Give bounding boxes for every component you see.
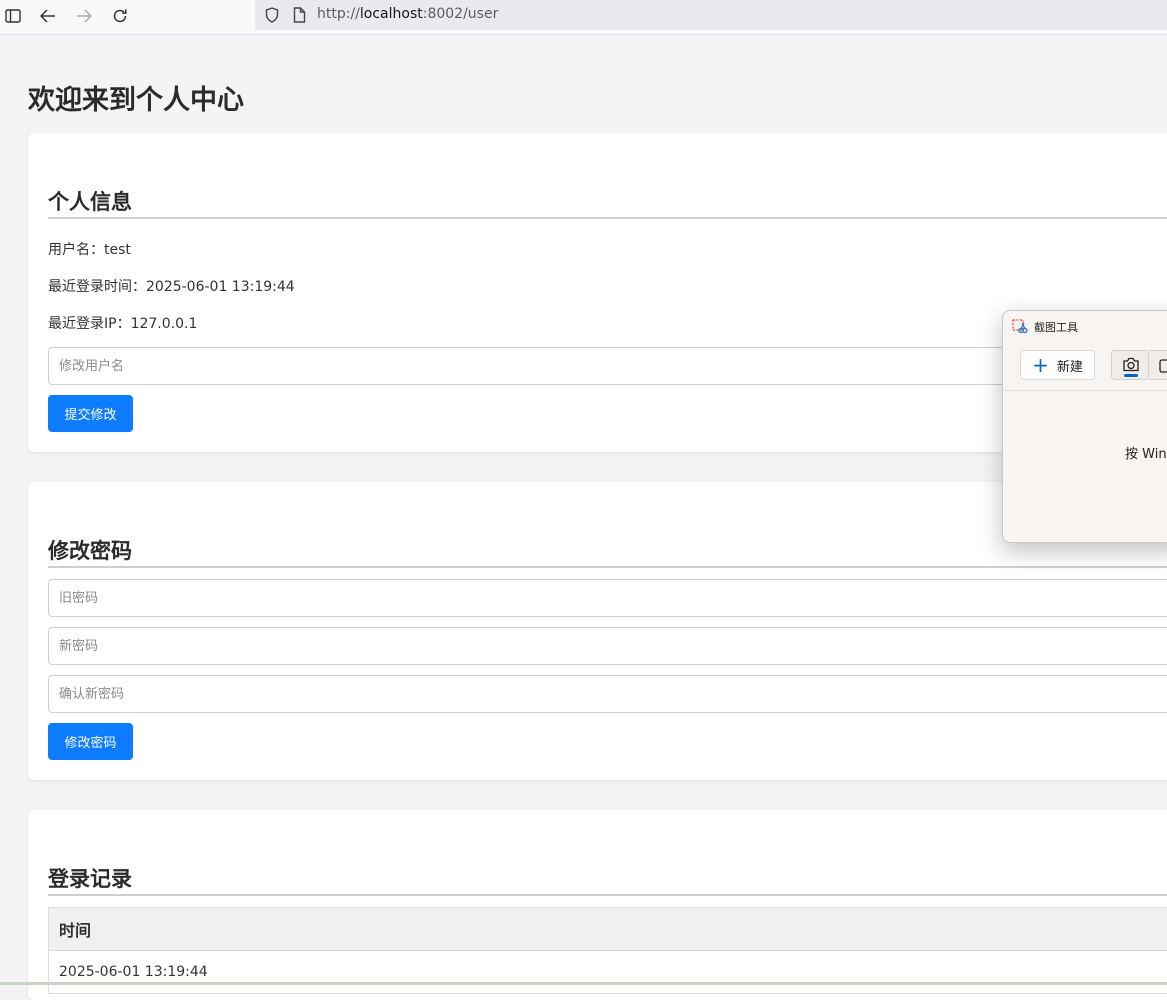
last-login-time-value: 2025-06-01 13:19:44 [146, 279, 295, 295]
back-arrow-icon[interactable] [37, 5, 59, 27]
profile-heading: 个人信息 [48, 186, 132, 216]
profile-card: 个人信息 用户名：test 最近登录时间：2025-06-01 13:19:44… [28, 133, 1167, 452]
forward-arrow-icon[interactable] [73, 5, 95, 27]
url-prefix: http:// [317, 6, 360, 22]
last-login-ip-value: 127.0.0.1 [131, 316, 198, 332]
password-heading-rule [48, 566, 1167, 568]
change-password-button[interactable]: 修改密码 [48, 723, 133, 760]
active-mode-indicator [1124, 374, 1138, 377]
last-login-time-line: 最近登录时间：2025-06-01 13:19:44 [48, 276, 295, 296]
profile-heading-rule [48, 217, 1167, 219]
username-line: 用户名：test [48, 239, 131, 259]
login-records-heading-rule [48, 894, 1167, 896]
last-login-ip-label: 最近登录IP： [48, 316, 131, 332]
new-password-input[interactable] [48, 627, 1167, 665]
snipping-tool-window[interactable]: 截图工具 + 新建 按 Win [1002, 310, 1167, 543]
table-row: 2025-06-01 13:19:44 [49, 951, 1167, 994]
column-header-time: 时间 [49, 908, 1167, 951]
old-password-input[interactable] [48, 579, 1167, 617]
address-bar[interactable]: http://localhost:8002/user [255, 0, 1167, 30]
password-card: 修改密码 修改密码 [28, 482, 1167, 780]
screenshot-mode-button[interactable] [1111, 350, 1149, 380]
shield-icon[interactable] [261, 4, 283, 26]
browser-toolbar: http://localhost:8002/user [0, 0, 1167, 35]
confirm-password-input[interactable] [48, 675, 1167, 713]
last-login-time-label: 最近登录时间： [48, 279, 146, 295]
reload-icon[interactable] [109, 5, 131, 27]
camera-icon [1122, 357, 1140, 372]
snipping-new-label: 新建 [1057, 356, 1083, 375]
url-text[interactable]: http://localhost:8002/user [317, 6, 498, 22]
table-header-row: 时间 [49, 908, 1167, 951]
plus-icon: + [1032, 355, 1049, 375]
username-label: 用户名： [48, 242, 104, 258]
snipping-divider [1003, 390, 1167, 391]
snipping-tool-title: 截图工具 [1034, 319, 1078, 335]
username-value: test [104, 242, 131, 258]
snipping-tool-logo-icon [1012, 319, 1028, 335]
sidebar-toggle-icon[interactable] [2, 5, 24, 27]
table-cell-time: 2025-06-01 13:19:44 [49, 951, 1167, 994]
last-login-ip-line: 最近登录IP：127.0.0.1 [48, 313, 197, 333]
login-records-heading: 登录记录 [48, 863, 132, 893]
new-username-input[interactable] [48, 347, 1167, 385]
login-records-table: 时间 2025-06-01 13:19:44 [48, 907, 1167, 994]
submit-profile-button[interactable]: 提交修改 [48, 395, 133, 432]
url-host: localhost [360, 6, 423, 22]
page-title: 欢迎来到个人中心 [28, 78, 244, 117]
url-path: :8002/user [423, 6, 499, 22]
login-records-card: 登录记录 时间 2025-06-01 13:19:44 [28, 810, 1167, 1000]
password-heading: 修改密码 [48, 535, 132, 565]
snipping-new-button[interactable]: + 新建 [1020, 350, 1095, 380]
page-icon [288, 4, 310, 26]
video-mode-button[interactable] [1149, 350, 1167, 380]
video-icon [1159, 359, 1167, 373]
snipping-hint-text: 按 Win [1125, 443, 1167, 462]
